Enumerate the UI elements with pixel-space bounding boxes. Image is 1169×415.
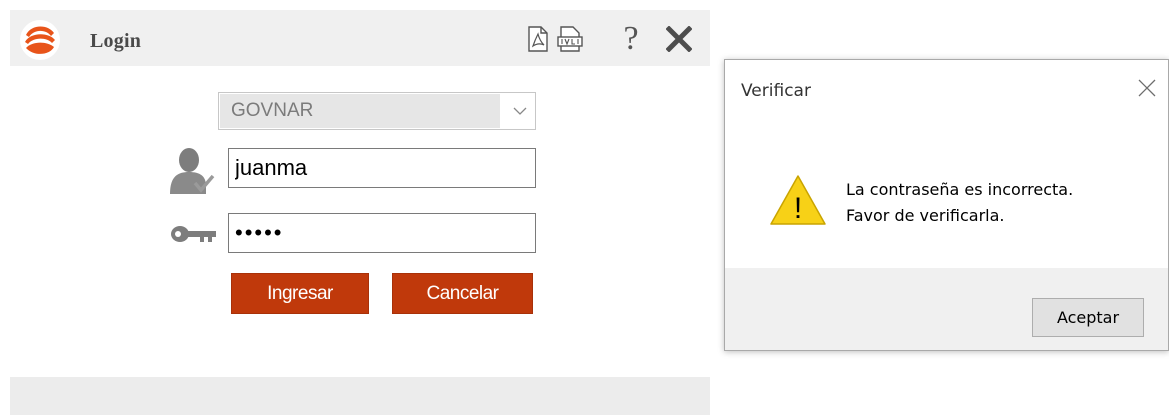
password-field[interactable]: [228, 213, 536, 253]
ingresar-button[interactable]: Ingresar: [231, 273, 369, 314]
key-icon: [171, 226, 216, 242]
login-footer: [10, 377, 710, 415]
warning-glyph: !: [794, 192, 802, 225]
dialog-message-line-2: Favor de verificarla.: [846, 206, 1005, 225]
chevron-down-icon[interactable]: [511, 102, 529, 120]
verificar-dialog: Verificar ! La contraseña es incorrecta.…: [724, 59, 1169, 351]
pdf-icon[interactable]: [525, 24, 551, 54]
login-titlebar: Login ?: [10, 10, 710, 66]
environment-select[interactable]: GOVNAR: [218, 92, 536, 130]
dialog-footer: Aceptar: [725, 268, 1168, 350]
username-field[interactable]: [228, 148, 536, 188]
document-icon[interactable]: [555, 24, 585, 54]
environment-select-value: GOVNAR: [231, 100, 314, 121]
app-logo-icon: [20, 20, 60, 60]
login-title: Login: [90, 30, 142, 52]
login-window: Login ? GOVNAR juanma ••••• Ingresar Can…: [10, 10, 710, 415]
warning-icon: !: [770, 175, 826, 225]
dialog-message: La contraseña es incorrecta. Favor de ve…: [846, 177, 1073, 229]
user-check-icon: [170, 148, 215, 194]
close-icon[interactable]: [662, 24, 696, 54]
dialog-message-line-1: La contraseña es incorrecta.: [846, 180, 1074, 199]
dialog-title: Verificar: [741, 81, 811, 101]
cancelar-button[interactable]: Cancelar: [392, 273, 533, 314]
help-icon[interactable]: ?: [618, 20, 644, 57]
aceptar-button[interactable]: Aceptar: [1032, 298, 1144, 337]
dialog-close-icon[interactable]: [1136, 77, 1158, 99]
